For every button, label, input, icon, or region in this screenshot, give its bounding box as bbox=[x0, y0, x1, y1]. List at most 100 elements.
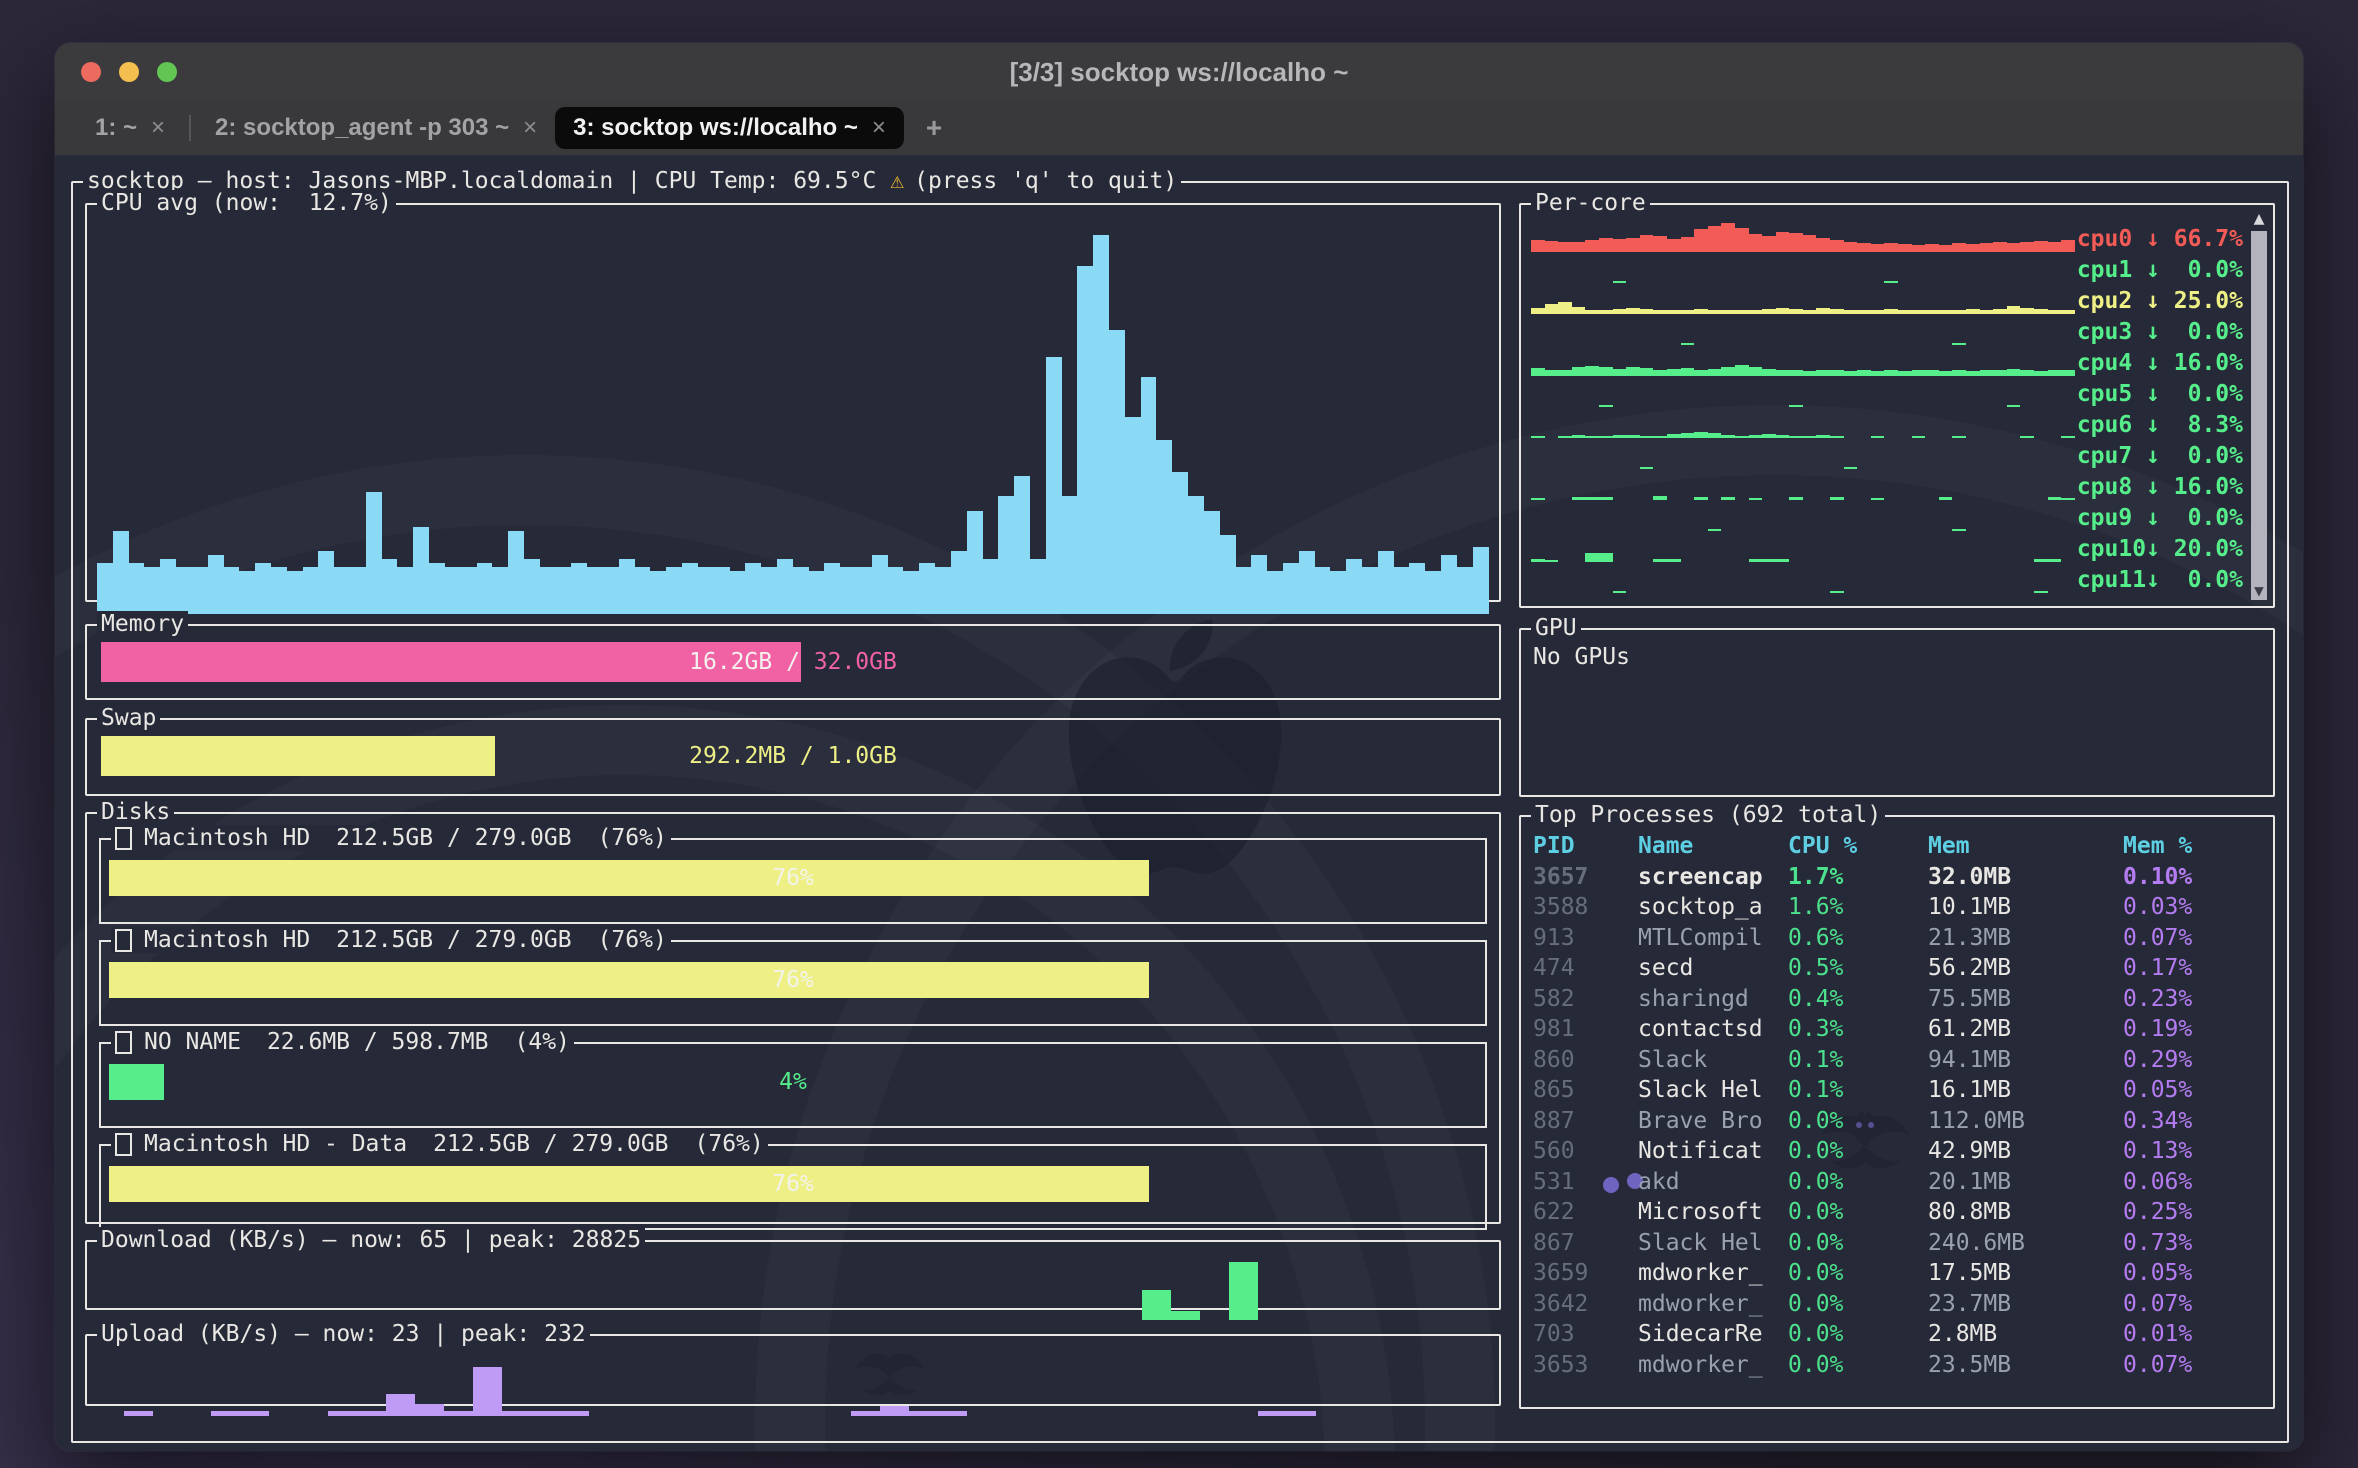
per-core-sparkline bbox=[1531, 378, 2075, 407]
process-row[interactable]: 531 akd 0.0% 20.1MB 0.06% bbox=[1533, 1167, 2263, 1198]
per-core-row: cpu9↓0.0% bbox=[1531, 500, 2243, 531]
process-row[interactable]: 865 Slack Hel 0.1% 16.1MB 0.05% bbox=[1533, 1075, 2263, 1106]
disk-percent: (76%) bbox=[695, 1131, 764, 1157]
process-mem-pct: 0.23% bbox=[2123, 984, 2263, 1015]
per-core-label: cpu11↓0.0% bbox=[2077, 567, 2243, 593]
per-core-row: cpu8↓16.0% bbox=[1531, 469, 2243, 500]
tab-1[interactable]: 1: ~ × bbox=[77, 107, 183, 149]
process-row[interactable]: 560 Notificat 0.0% 42.9MB 0.13% bbox=[1533, 1136, 2263, 1167]
process-row[interactable]: 474 secd 0.5% 56.2MB 0.17% bbox=[1533, 953, 2263, 984]
tab-bar: 1: ~ × 2: socktop_agent -p 303 ~ × 3: so… bbox=[55, 101, 2303, 155]
process-pid: 3653 bbox=[1533, 1350, 1638, 1381]
tab-3-label: 3: socktop ws://localho ~ bbox=[573, 114, 858, 142]
core-percent: 0.0% bbox=[2160, 381, 2243, 407]
arrow-down-icon: ↓ bbox=[2146, 412, 2160, 438]
process-pid: 887 bbox=[1533, 1106, 1638, 1137]
process-mem: 23.5MB bbox=[1928, 1350, 2123, 1381]
download-title: Download (KB/s) — now: 65 | peak: 28825 bbox=[97, 1227, 645, 1253]
process-row[interactable]: 867 Slack Hel 0.0% 240.6MB 0.73% bbox=[1533, 1228, 2263, 1259]
process-mem: 42.9MB bbox=[1928, 1136, 2123, 1167]
tab-1-close-icon[interactable]: × bbox=[151, 114, 165, 142]
disk-gauge-label: 76% bbox=[109, 860, 1477, 896]
arrow-down-icon: ↓ bbox=[2146, 257, 2160, 283]
process-table-body: 3657 screencap 1.7% 32.0MB 0.10% 3588 so… bbox=[1533, 862, 2263, 1381]
core-percent: 0.0% bbox=[2160, 567, 2243, 593]
tab-3-close-icon[interactable]: × bbox=[872, 114, 886, 142]
process-pid: 3657 bbox=[1533, 862, 1638, 893]
process-row[interactable]: 3659 mdworker_ 0.0% 17.5MB 0.05% bbox=[1533, 1258, 2263, 1289]
per-core-label: cpu8↓16.0% bbox=[2077, 474, 2243, 500]
per-core-sparkline bbox=[1531, 316, 2075, 345]
process-mem: 56.2MB bbox=[1928, 953, 2123, 984]
process-cpu: 0.0% bbox=[1788, 1167, 1928, 1198]
process-row[interactable]: 981 contactsd 0.3% 61.2MB 0.19% bbox=[1533, 1014, 2263, 1045]
tab-2-close-icon[interactable]: × bbox=[523, 114, 537, 142]
tab-2[interactable]: 2: socktop_agent -p 303 ~ × bbox=[197, 107, 555, 149]
per-core-label: cpu1↓0.0% bbox=[2077, 257, 2243, 283]
process-cpu: 0.0% bbox=[1788, 1106, 1928, 1137]
arrow-down-icon: ↓ bbox=[2146, 226, 2160, 252]
process-pid: 560 bbox=[1533, 1136, 1638, 1167]
core-name: cpu8 bbox=[2077, 474, 2146, 500]
new-tab-button[interactable]: + bbox=[926, 112, 942, 144]
per-core-label: cpu0↓66.7% bbox=[2077, 226, 2243, 252]
process-row[interactable]: 887 Brave Bro 0.0% 112.0MB 0.34% bbox=[1533, 1106, 2263, 1137]
process-row[interactable]: 3653 mdworker_ 0.0% 23.5MB 0.07% bbox=[1533, 1350, 2263, 1381]
core-percent: 0.0% bbox=[2160, 443, 2243, 469]
process-cpu: 0.0% bbox=[1788, 1228, 1928, 1259]
process-row[interactable]: 3657 screencap 1.7% 32.0MB 0.10% bbox=[1533, 862, 2263, 893]
process-row[interactable]: 913 MTLCompil 0.6% 21.3MB 0.07% bbox=[1533, 923, 2263, 954]
per-core-sparkline bbox=[1531, 409, 2075, 438]
disk-name: NO NAME bbox=[144, 1029, 241, 1055]
process-row[interactable]: 3642 mdworker_ 0.0% 23.7MB 0.07% bbox=[1533, 1289, 2263, 1320]
process-name: Notificat bbox=[1638, 1136, 1788, 1167]
core-name: cpu9 bbox=[2077, 505, 2146, 531]
process-mem: 61.2MB bbox=[1928, 1014, 2123, 1045]
upload-chart bbox=[95, 1348, 1491, 1416]
arrow-down-icon: ↓ bbox=[2146, 443, 2160, 469]
core-name: cpu2 bbox=[2077, 288, 2146, 314]
per-core-sparkline bbox=[1531, 502, 2075, 531]
app-frame: socktop — host: Jasons-MBP.localdomain |… bbox=[71, 181, 2289, 1443]
per-core-label: cpu5↓0.0% bbox=[2077, 381, 2243, 407]
process-mem-pct: 0.25% bbox=[2123, 1197, 2263, 1228]
process-name: sharingd bbox=[1638, 984, 1788, 1015]
disk-name: Macintosh HD bbox=[144, 825, 310, 851]
scroll-down-icon[interactable]: ▼ bbox=[2251, 582, 2267, 600]
process-row[interactable]: 582 sharingd 0.4% 75.5MB 0.23% bbox=[1533, 984, 2263, 1015]
process-row[interactable]: 703 SidecarRe 0.0% 2.8MB 0.01% bbox=[1533, 1319, 2263, 1350]
process-row[interactable]: 3588 socktop_a 1.6% 10.1MB 0.03% bbox=[1533, 892, 2263, 923]
per-core-scrollbar[interactable]: ▲ ▼ bbox=[2249, 209, 2269, 602]
core-percent: 25.0% bbox=[2160, 288, 2243, 314]
process-row[interactable]: 860 Slack 0.1% 94.1MB 0.29% bbox=[1533, 1045, 2263, 1076]
scrollbar-track[interactable]: ▼ bbox=[2251, 231, 2267, 600]
per-core-sparkline bbox=[1531, 223, 2075, 252]
scroll-up-icon[interactable]: ▲ bbox=[2254, 209, 2265, 229]
disk-percent: (76%) bbox=[598, 825, 667, 851]
core-percent: 20.0% bbox=[2160, 536, 2243, 562]
tab-3-active[interactable]: 3: socktop ws://localho ~ × bbox=[555, 107, 904, 149]
desktop: [3/3] socktop ws://localho ~ 1: ~ × 2: s… bbox=[0, 0, 2358, 1468]
core-percent: 0.0% bbox=[2160, 505, 2243, 531]
per-core-label: cpu3↓0.0% bbox=[2077, 319, 2243, 345]
process-row[interactable]: 622 Microsoft 0.0% 80.8MB 0.25% bbox=[1533, 1197, 2263, 1228]
process-name: mdworker_ bbox=[1638, 1258, 1788, 1289]
core-percent: 0.0% bbox=[2160, 319, 2243, 345]
window-title: [3/3] socktop ws://localho ~ bbox=[55, 57, 2303, 88]
process-cpu: 1.6% bbox=[1788, 892, 1928, 923]
col-mem: Mem bbox=[1928, 831, 2123, 862]
gpu-message: No GPUs bbox=[1521, 630, 2273, 684]
per-core-row: cpu4↓16.0% bbox=[1531, 345, 2243, 376]
core-name: cpu1 bbox=[2077, 257, 2146, 283]
quit-hint: (press 'q' to quit) bbox=[914, 168, 1177, 194]
col-cpu: CPU % bbox=[1788, 831, 1928, 862]
swap-panel: Swap 292.2MB / 1.0GB bbox=[85, 718, 1501, 796]
gpu-panel: GPU No GPUs bbox=[1519, 628, 2275, 797]
per-core-sparkline bbox=[1531, 285, 2075, 314]
right-column: Per-core cpu0↓66.7% cpu1↓0.0% cpu2↓25.0%… bbox=[1519, 203, 2275, 1431]
per-core-row: cpu0↓66.7% bbox=[1531, 221, 2243, 252]
process-cpu: 0.6% bbox=[1788, 923, 1928, 954]
disk-gauge-percent: 76% bbox=[772, 1171, 814, 1197]
swap-usage: 292.2MB / 1.0GB bbox=[689, 743, 897, 769]
process-mem: 112.0MB bbox=[1928, 1106, 2123, 1137]
